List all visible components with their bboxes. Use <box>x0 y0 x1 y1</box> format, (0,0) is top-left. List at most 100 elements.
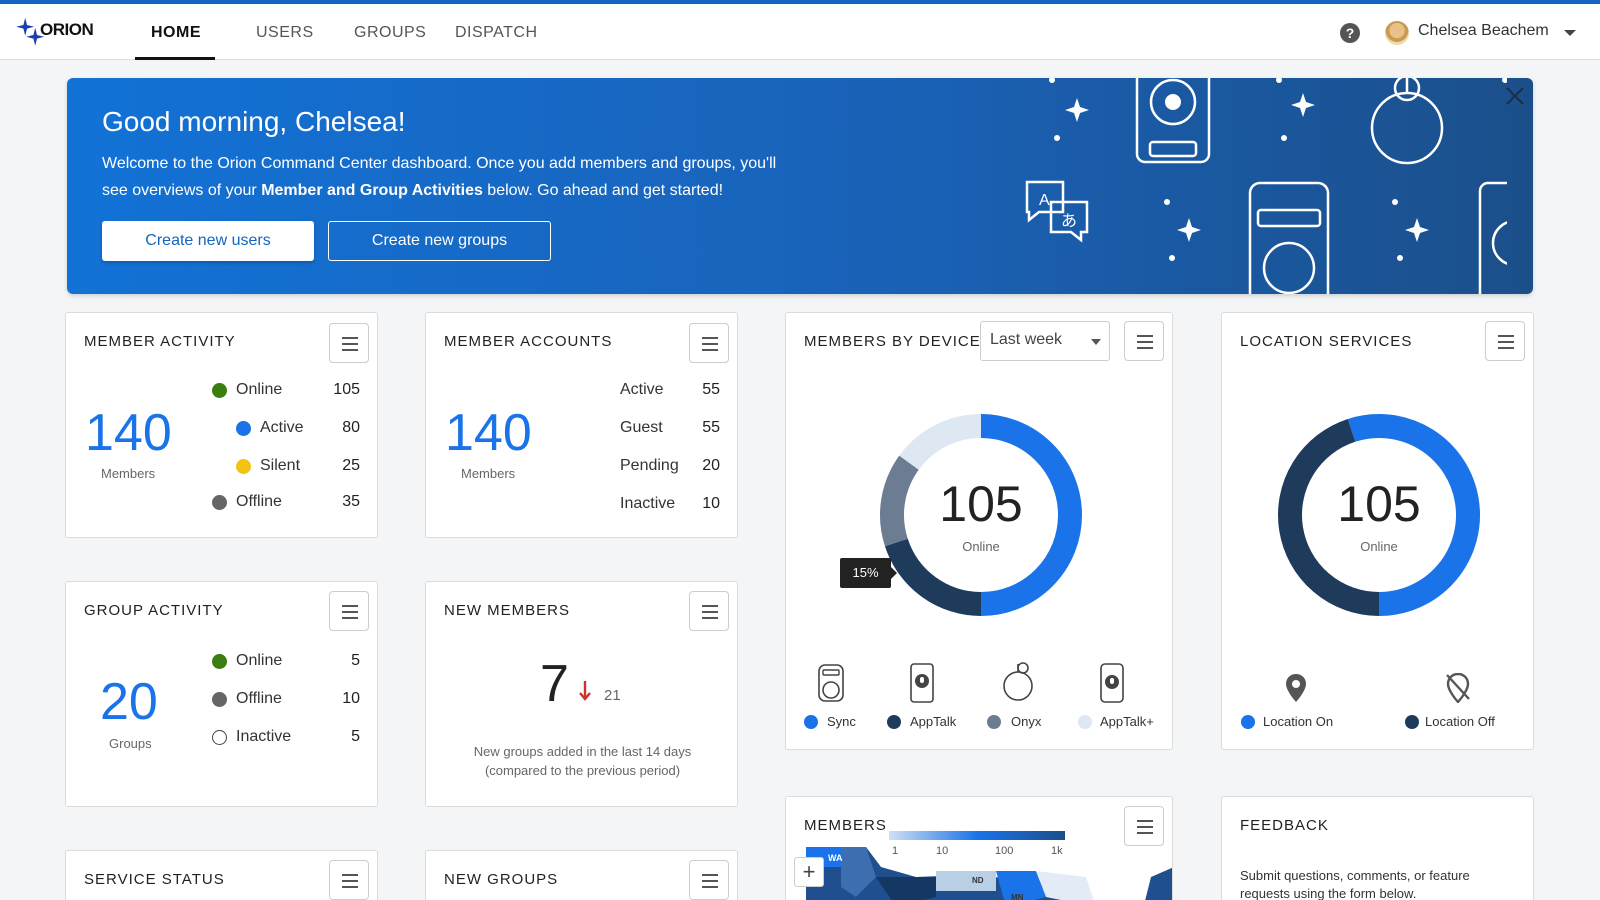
user-name[interactable]: Chelsea Beachem <box>1418 22 1549 40</box>
card-title: NEW GROUPS <box>444 871 559 888</box>
stat-label-guest: Guest <box>620 419 663 436</box>
legend-label-location-on: Location On <box>1263 714 1334 729</box>
arrow-down-icon <box>579 681 591 701</box>
legend-dot-apptalk <box>887 715 901 729</box>
menu-icon-bar <box>342 611 358 613</box>
chart-tooltip: 15% <box>840 558 897 588</box>
menu-icon-bar <box>342 880 358 882</box>
nav-groups[interactable]: GROUPS <box>354 4 426 60</box>
status-dot-online <box>212 654 227 669</box>
legend-dot-location-on <box>1241 715 1255 729</box>
menu-button[interactable] <box>1485 321 1525 361</box>
banner-title: Good morning, Chelsea! <box>102 106 406 137</box>
orion-logo[interactable]: ORION <box>16 16 96 48</box>
state-label-wa: WA <box>828 853 843 863</box>
card-title: GROUP ACTIVITY <box>84 602 224 619</box>
menu-icon-bar <box>1137 341 1153 343</box>
menu-icon-bar <box>702 886 718 888</box>
stat-label-online: Online <box>236 381 283 398</box>
menu-icon <box>1498 335 1514 337</box>
stat-label-inactive: Inactive <box>620 495 676 512</box>
legend-label-location-off: Location Off <box>1425 714 1495 729</box>
new-members-previous: 21 <box>604 687 621 704</box>
members-by-device-card: MEMBERS BY DEVICE Last week 105 Online 1… <box>785 312 1173 750</box>
menu-icon <box>1137 335 1153 337</box>
menu-icon-bar <box>342 886 358 888</box>
member-total-label: Members <box>101 466 156 481</box>
legend-dot-sync <box>804 715 818 729</box>
nav-dispatch[interactable]: DISPATCH <box>455 4 538 60</box>
avatar[interactable] <box>1385 21 1409 45</box>
menu-icon-bar <box>702 880 718 882</box>
chevron-down-icon <box>1091 339 1101 345</box>
card-title: SERVICE STATUS <box>84 871 225 888</box>
menu-button[interactable] <box>689 860 729 900</box>
welcome-banner: Good morning, Chelsea! Welcome to the Or… <box>67 78 1533 294</box>
top-nav: ORION HOME USERS GROUPS DISPATCH ? Chels… <box>0 4 1600 60</box>
create-groups-button[interactable]: Create new groups <box>328 221 551 261</box>
scale-label: 1 <box>892 845 899 857</box>
legend-dot-location-off <box>1405 715 1419 729</box>
menu-button[interactable] <box>329 323 369 363</box>
group-total-label: Groups <box>109 736 152 751</box>
menu-button[interactable] <box>329 591 369 631</box>
legend-label-onyx: Onyx <box>1011 714 1042 729</box>
menu-button[interactable] <box>329 860 369 900</box>
menu-icon-bar <box>342 617 358 619</box>
menu-icon-bar <box>1498 341 1514 343</box>
scale-label: 1k <box>1051 845 1063 857</box>
member-activity-card: MEMBER ACTIVITY 140 Members Online 105 A… <box>65 312 378 538</box>
card-title: MEMBER ACTIVITY <box>84 333 236 350</box>
donut-slice-apptalk[interactable] <box>899 414 982 471</box>
status-dot-silent <box>236 459 251 474</box>
location-off-icon <box>1446 673 1470 703</box>
location-center-label: Online <box>1360 539 1398 554</box>
menu-button[interactable] <box>1124 321 1164 361</box>
card-title: LOCATION SERVICES <box>1240 333 1413 350</box>
member-accounts-card: MEMBER ACCOUNTS 140 Members Active 55 Gu… <box>425 312 738 538</box>
location-center-value: 105 <box>1337 476 1421 532</box>
status-dot-offline <box>212 692 227 707</box>
group-activity-card: GROUP ACTIVITY 20 Groups Online 5 Offlin… <box>65 581 378 807</box>
menu-button[interactable] <box>1124 806 1164 846</box>
card-title: MEMBERS BY DEVICE <box>804 333 981 350</box>
device-illustration-icon: A あ <box>1025 78 1507 294</box>
menu-icon <box>342 605 358 607</box>
stat-value-active: 55 <box>702 381 720 398</box>
stat-value-guest: 55 <box>702 419 720 436</box>
menu-icon-bar <box>702 617 718 619</box>
accounts-total-label: Members <box>461 466 516 481</box>
stat-label-online: Online <box>236 652 283 669</box>
stat-value-active: 80 <box>342 419 360 436</box>
legend-label-apptalk: AppTalk <box>910 714 957 729</box>
menu-icon-bar <box>1137 347 1153 349</box>
stat-label-active: Active <box>620 381 664 398</box>
device-center-label: Online <box>962 539 1000 554</box>
sync-device-icon <box>818 664 844 702</box>
menu-button[interactable] <box>689 323 729 363</box>
nav-users[interactable]: USERS <box>256 4 314 60</box>
menu-icon <box>342 337 358 339</box>
card-title: NEW MEMBERS <box>444 602 571 619</box>
stat-value-online: 5 <box>351 652 360 669</box>
menu-icon-bar <box>702 349 718 351</box>
menu-icon-bar <box>342 343 358 345</box>
chevron-down-icon[interactable] <box>1564 30 1576 36</box>
menu-icon <box>702 605 718 607</box>
help-icon[interactable]: ? <box>1340 23 1360 43</box>
nav-home[interactable]: HOME <box>151 4 201 60</box>
state-label-mn: MN <box>1011 893 1024 900</box>
apptalk-plus-device-icon <box>1100 663 1124 703</box>
menu-icon <box>342 874 358 876</box>
create-users-button[interactable]: Create new users <box>102 221 314 261</box>
zoom-in-button[interactable]: + <box>794 857 824 887</box>
stat-value-inactive: 5 <box>351 728 360 745</box>
period-select[interactable]: Last week <box>980 321 1110 361</box>
legend-dot-apptalk-plus <box>1078 715 1092 729</box>
stat-value-offline: 10 <box>342 690 360 707</box>
scale-label: 100 <box>995 845 1014 857</box>
menu-button[interactable] <box>689 591 729 631</box>
menu-icon <box>1137 820 1153 822</box>
close-icon[interactable] <box>1503 84 1527 108</box>
stat-label-pending: Pending <box>620 457 679 474</box>
